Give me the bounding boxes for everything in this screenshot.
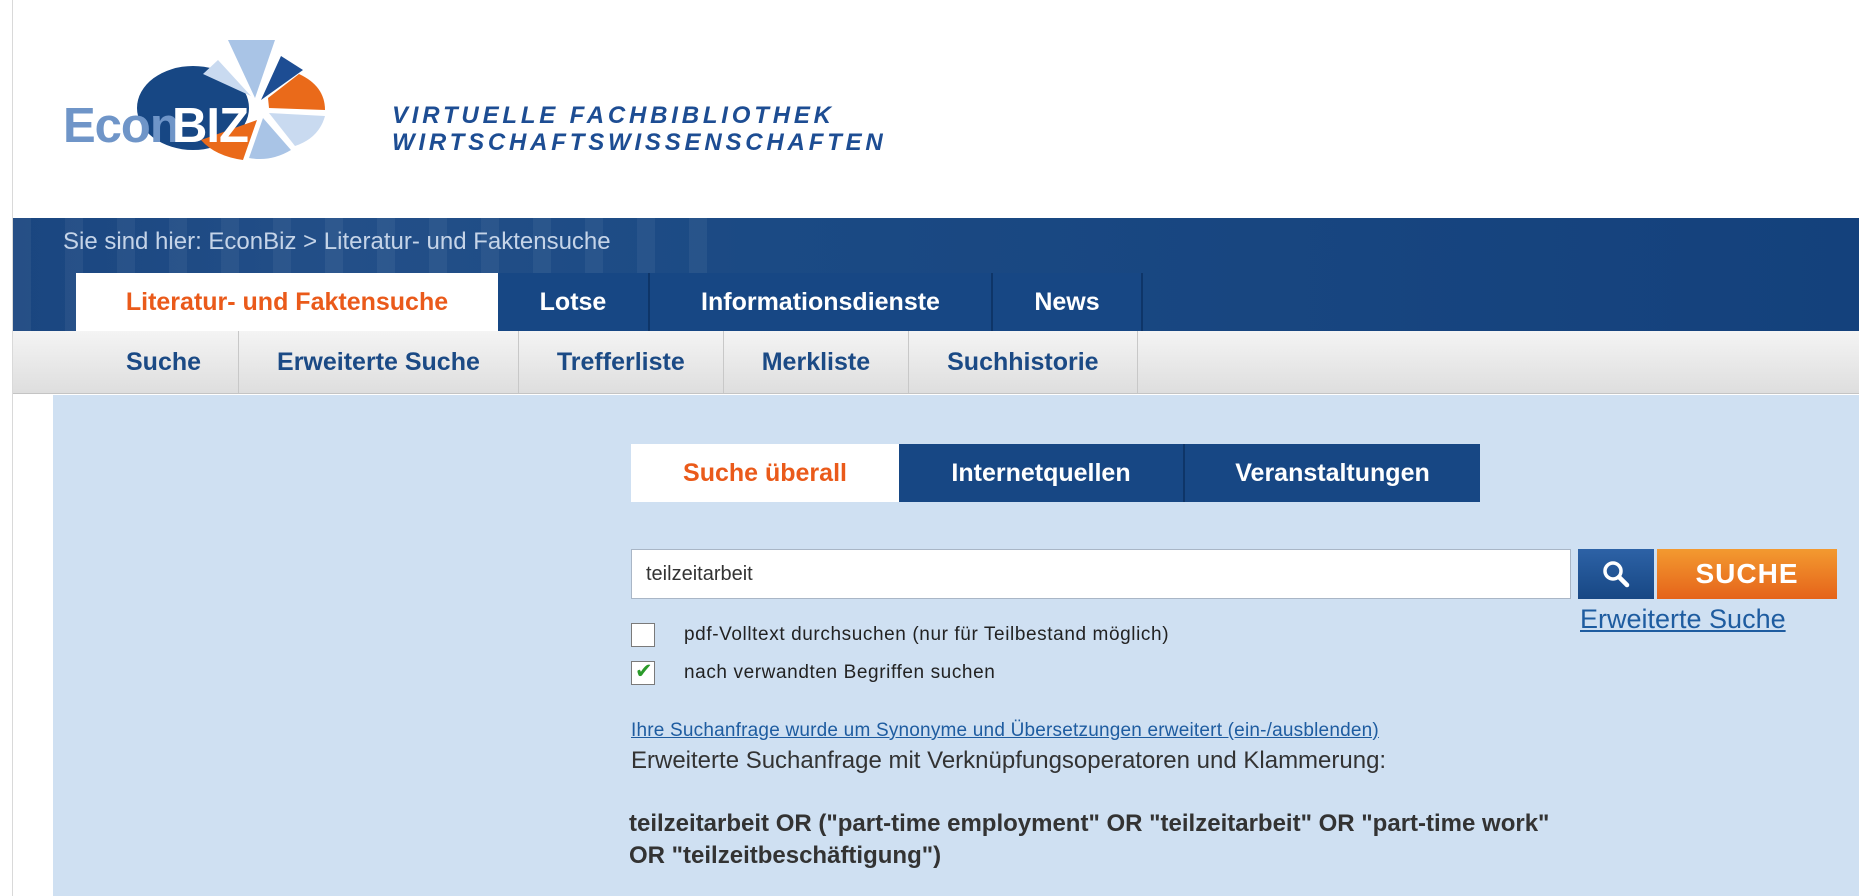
search-input[interactable] <box>631 549 1571 599</box>
synonyms-toggle-link[interactable]: Ihre Suchanfrage wurde um Synonyme und Ü… <box>631 720 1379 742</box>
logo-text-biz: BIZ <box>172 99 249 153</box>
tab-news[interactable]: News <box>993 273 1143 331</box>
subnav-erweiterte-suche[interactable]: Erweiterte Suche <box>239 331 519 393</box>
advanced-search-link[interactable]: Erweiterte Suche <box>1580 604 1786 635</box>
extended-query: teilzeitarbeit OR ("part-time employment… <box>629 810 1550 869</box>
subnav-suchhistorie[interactable]: Suchhistorie <box>909 331 1138 393</box>
tab-internetquellen[interactable]: Internetquellen <box>899 444 1185 502</box>
related-terms-checkbox[interactable] <box>631 659 655 685</box>
logo-tagline: VIRTUELLE FACHBIBLIOTHEK WIRTSCHAFTSWISS… <box>392 102 887 156</box>
tagline-line-2: WIRTSCHAFTSWISSENSCHAFTEN <box>392 129 887 156</box>
pdf-fulltext-checkbox[interactable] <box>631 623 655 647</box>
search-scope-tabs: Suche überall Internetquellen Veranstalt… <box>631 444 1480 502</box>
search-button[interactable]: SUCHE <box>1657 549 1837 599</box>
tab-literatur-und-faktensuche[interactable]: Literatur- und Faktensuche <box>76 273 498 331</box>
logo-text-econ: Econ <box>63 99 180 153</box>
main-tabs: Literatur- und Faktensuche Lotse Informa… <box>76 273 1143 331</box>
sub-navigation: Suche Erweiterte Suche Trefferliste Merk… <box>13 331 1859 394</box>
related-terms-label: nach verwandten Begriffen suchen <box>684 662 996 683</box>
subnav-merkliste[interactable]: Merkliste <box>724 331 910 393</box>
pdf-fulltext-label: pdf-Volltext durchsuchen (nur für Teilbe… <box>684 624 1170 645</box>
tab-veranstaltungen[interactable]: Veranstaltungen <box>1185 444 1480 502</box>
extended-query-label: Erweiterte Suchanfrage mit Verknüpfungso… <box>631 747 1387 774</box>
tagline-line-1: VIRTUELLE FACHBIBLIOTHEK <box>392 102 835 129</box>
option-related-terms: nach verwandten Begriffen suchen <box>631 659 996 685</box>
tab-suche-ueberall[interactable]: Suche überall <box>631 444 899 502</box>
subnav-trefferliste[interactable]: Trefferliste <box>519 331 724 393</box>
breadcrumb: Sie sind hier: EconBiz > Literatur- und … <box>63 228 611 255</box>
option-pdf-volltext: pdf-Volltext durchsuchen (nur für Teilbe… <box>631 623 1169 647</box>
search-icon-button[interactable] <box>1578 549 1654 599</box>
tab-informationsdienste[interactable]: Informationsdienste <box>650 273 993 331</box>
subnav-suche[interactable]: Suche <box>89 331 240 393</box>
magnifier-icon <box>1603 561 1630 588</box>
tab-lotse[interactable]: Lotse <box>498 273 650 331</box>
